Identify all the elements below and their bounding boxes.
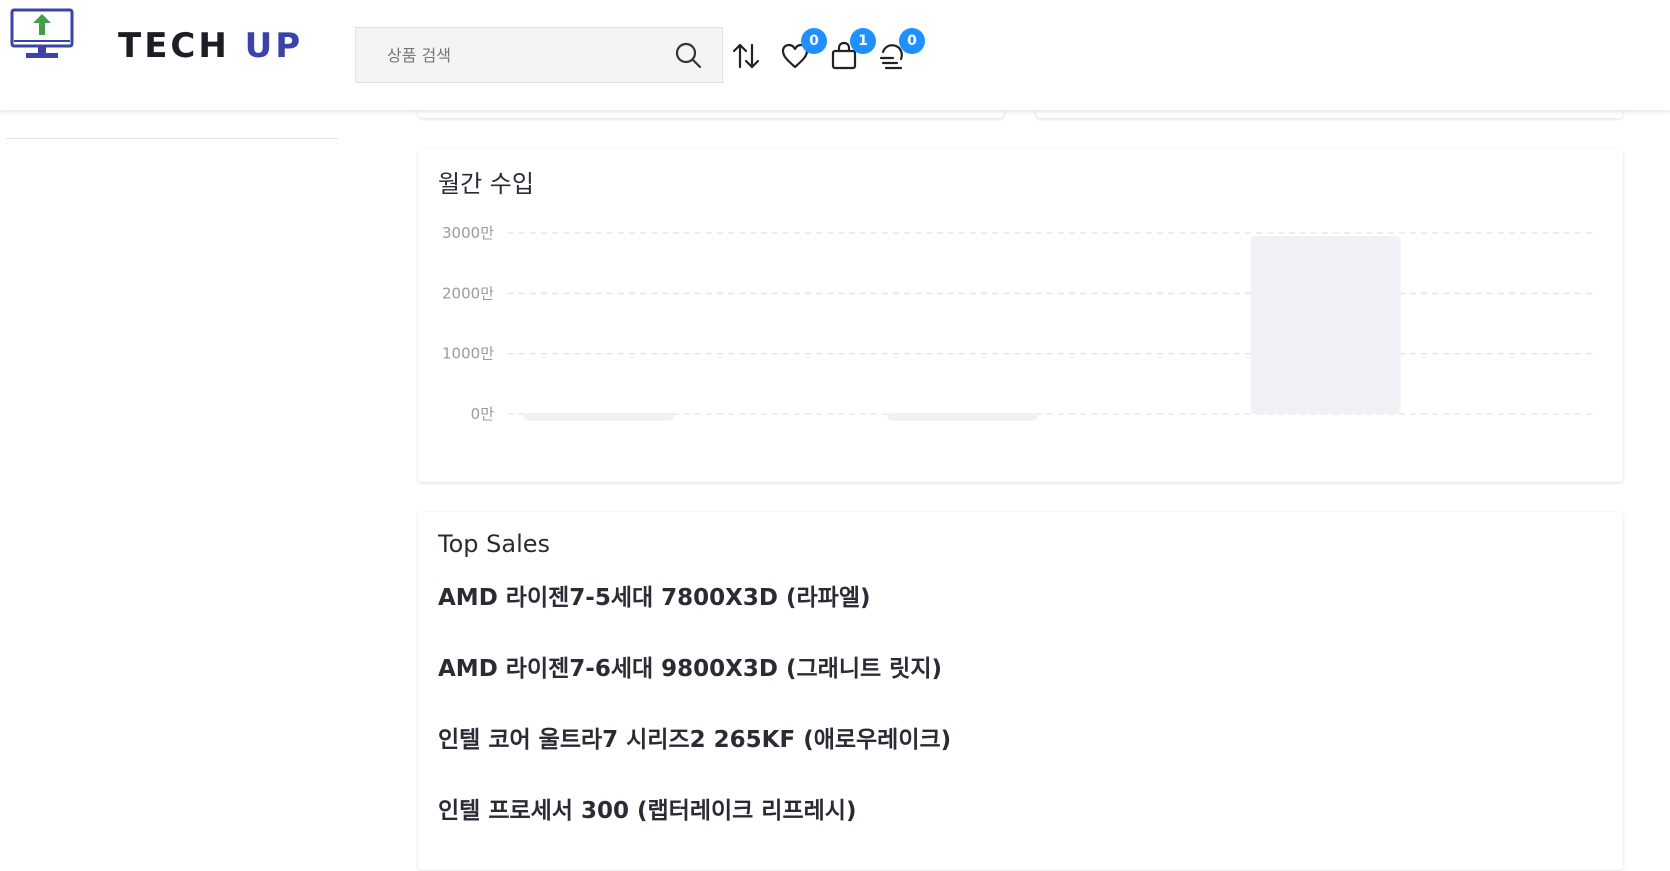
- income-bar[interactable]: [1250, 236, 1401, 414]
- y-tick-label: 2000만: [442, 284, 494, 302]
- compare-arrows-icon[interactable]: [730, 40, 762, 72]
- wishlist-button[interactable]: 0: [779, 28, 827, 72]
- brand-logo-text[interactable]: TECH UP: [118, 26, 303, 66]
- recent-count-badge: 0: [899, 28, 925, 54]
- income-bar[interactable]: [887, 412, 1038, 421]
- sidebar-divider: [6, 138, 338, 139]
- top-sales-card: Top Sales AMD 라이젠7-5세대 7800X3D (라파엘) AMD…: [418, 512, 1623, 870]
- monitor-upload-icon[interactable]: [10, 8, 74, 60]
- top-sales-item[interactable]: 인텔 코어 울트라7 시리즈2 265KF (애로우레이크): [438, 720, 951, 754]
- cart-button[interactable]: 1: [828, 28, 876, 72]
- site-header: TECH UP 0 1 0: [0, 0, 1670, 110]
- recent-items-button[interactable]: 0: [877, 28, 925, 72]
- top-sales-item[interactable]: 인텔 프로세서 300 (랩터레이크 리프레시): [438, 791, 856, 825]
- search-input[interactable]: [356, 28, 656, 82]
- search-bar: [355, 27, 723, 83]
- brand-name-part2: UP: [244, 26, 304, 66]
- top-sales-item[interactable]: AMD 라이젠7-5세대 7800X3D (라파엘): [438, 578, 871, 612]
- cart-count-badge: 1: [850, 28, 876, 54]
- top-sales-title: Top Sales: [438, 530, 551, 558]
- y-tick-label: 1000만: [442, 345, 494, 363]
- y-tick-label: 3000만: [442, 224, 494, 242]
- brand-name-part1: TECH: [118, 26, 230, 66]
- y-tick-label: 0만: [471, 405, 495, 423]
- monthly-income-chart: 3000만 2000만 1000만 0만: [442, 224, 1598, 423]
- monthly-income-card: 월간 수입 3000만 2000만 1000만 0만: [418, 148, 1623, 482]
- income-bar[interactable]: [524, 412, 674, 421]
- wishlist-count-badge: 0: [801, 28, 827, 54]
- search-icon[interactable]: [674, 41, 702, 69]
- top-sales-item[interactable]: AMD 라이젠7-6세대 9800X3D (그래니트 릿지): [438, 649, 942, 683]
